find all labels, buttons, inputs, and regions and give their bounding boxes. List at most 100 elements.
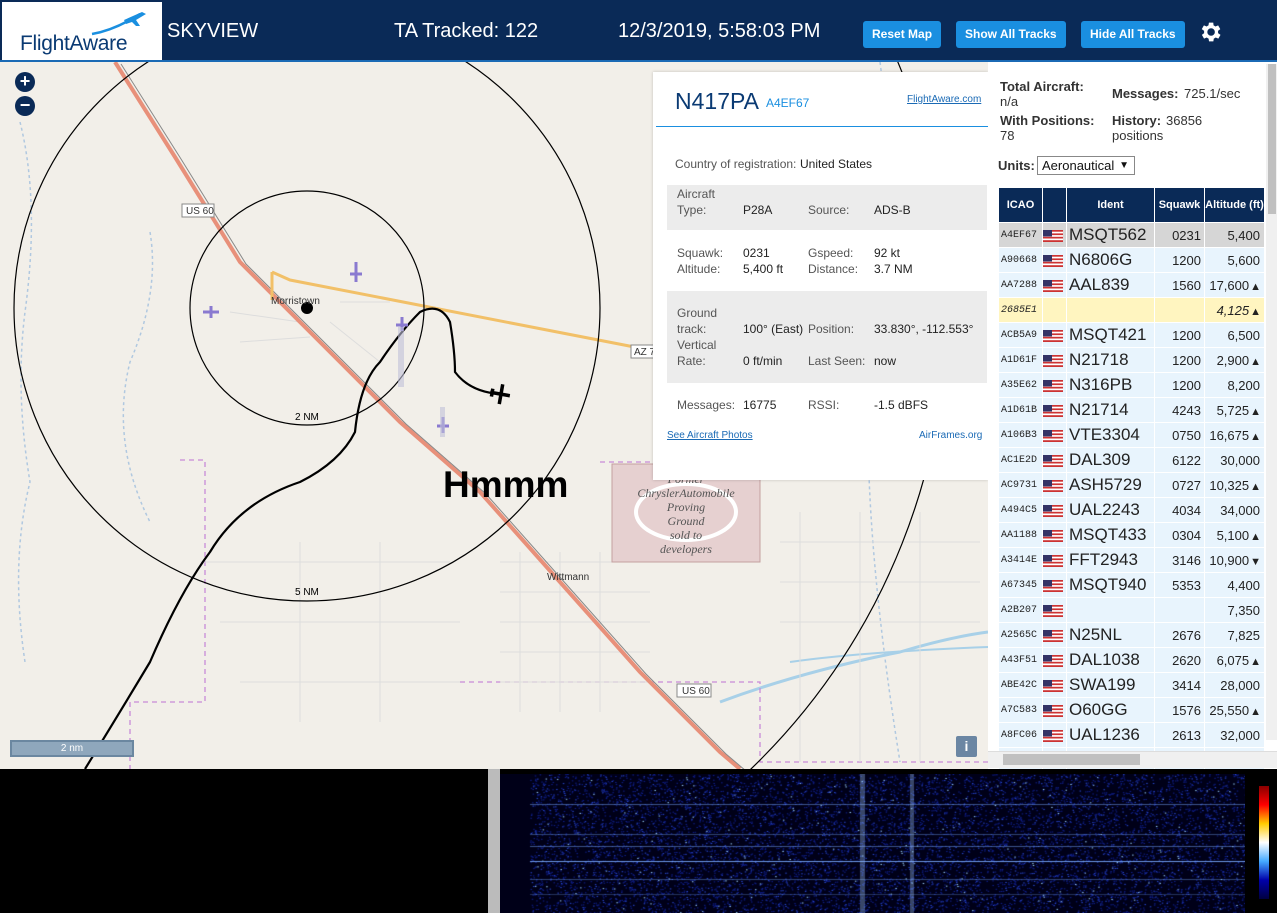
row-squawk: 0750	[1154, 422, 1205, 448]
row-ident: MSQT940	[1066, 572, 1155, 598]
us-flag-icon	[1043, 655, 1063, 668]
squawk-label: Squawk:	[677, 246, 724, 260]
type-label: Aircraft	[677, 187, 716, 201]
us-flag-icon	[1043, 480, 1063, 493]
aircraft-photos-link[interactable]: See Aircraft Photos	[667, 430, 753, 441]
horizontal-scroll-thumb[interactable]	[1003, 754, 1140, 765]
table-row[interactable]: A1D61F N21718 1200 2,900▲	[998, 347, 1265, 373]
row-altitude: 10,900▼	[1204, 547, 1265, 573]
svg-text:sold to: sold to	[670, 528, 702, 542]
table-row[interactable]: A43F51 DAL1038 2620 6,075▲	[998, 647, 1265, 673]
table-row[interactable]: A1D61B N21714 4243 5,725▲	[998, 397, 1265, 423]
row-flag	[1042, 272, 1067, 298]
col-icao[interactable]: ICAO	[998, 187, 1043, 223]
us-flag-icon	[1043, 355, 1063, 368]
table-row[interactable]: A2B207 7,350	[998, 597, 1265, 623]
rssi-value: -1.5 dBFS	[874, 398, 929, 412]
row-ident: SWA199	[1066, 672, 1155, 698]
trend-arrow-icon: ▲	[1250, 355, 1261, 368]
table-row[interactable]: A7C583 O60GG 1576 25,550▲	[998, 697, 1265, 723]
table-row[interactable]: A3414E FFT2943 3146 10,900▼	[998, 547, 1265, 573]
row-icao: A7C583	[998, 697, 1043, 723]
zoom-out-button[interactable]: −	[15, 96, 35, 116]
panel-divider[interactable]	[488, 769, 500, 913]
trend-arrow-icon: ▲	[1250, 280, 1261, 293]
country-value: United States	[800, 157, 873, 171]
morristown-label: Morristown	[271, 296, 320, 307]
trend-arrow-icon: ▲	[1250, 480, 1261, 493]
gear-icon[interactable]	[1197, 19, 1223, 45]
row-squawk: 2613	[1154, 722, 1205, 748]
row-squawk	[1154, 597, 1205, 623]
table-row[interactable]: AC1E2D DAL309 6122 30,000	[998, 447, 1265, 473]
svg-text:ChryslerAutomobile: ChryslerAutomobile	[637, 486, 735, 500]
table-row[interactable]: A35E62 N316PB 1200 8,200	[998, 372, 1265, 398]
row-icao: AA1188	[998, 522, 1043, 548]
vertical-rate-label-2: Rate:	[677, 354, 706, 368]
flightaware-link[interactable]: FlightAware.com	[907, 94, 981, 105]
row-altitude: 25,550▲	[1204, 697, 1265, 723]
table-row[interactable]: A8FC06 UAL1236 2613 32,000	[998, 722, 1265, 748]
reset-map-button[interactable]: Reset Map	[863, 21, 942, 48]
col-altitude[interactable]: Altitude (ft)	[1204, 187, 1265, 223]
svg-text:Proving: Proving	[666, 500, 705, 514]
country-label: Country of registration:	[675, 157, 797, 171]
vertical-scroll-thumb[interactable]	[1268, 64, 1276, 214]
table-row[interactable]: A4EF67 MSQT562 0231 5,400	[998, 222, 1265, 248]
us60-label-b: US 60	[682, 686, 710, 697]
messages-rate-label: Messages:	[1112, 86, 1179, 101]
table-row[interactable]: A2565C N25NL 2676 7,825	[998, 622, 1265, 648]
us-flag-icon	[1043, 505, 1063, 518]
row-icao: AC1E2D	[998, 447, 1043, 473]
vertical-rate-label: Vertical	[677, 338, 717, 352]
row-ident: N25NL	[1066, 622, 1155, 648]
row-icao: A43F51	[998, 647, 1043, 673]
tracked-count: TA Tracked: 122	[394, 20, 539, 42]
squawk-value: 0231	[743, 246, 770, 260]
row-flag	[1042, 522, 1067, 548]
trend-arrow-icon: ▼	[1250, 555, 1261, 568]
us-flag-icon	[1043, 605, 1063, 618]
row-ident	[1066, 297, 1155, 323]
row-icao: 2685E1	[998, 297, 1043, 323]
us-flag-icon	[1043, 280, 1063, 293]
row-flag	[1042, 672, 1067, 698]
col-squawk[interactable]: Squawk	[1154, 187, 1205, 223]
us-flag-icon	[1043, 705, 1063, 718]
hide-all-tracks-button[interactable]: Hide All Tracks	[1081, 21, 1185, 48]
scale-bar: 2 nm	[10, 740, 134, 757]
total-aircraft-label: Total Aircraft:	[1000, 79, 1084, 94]
row-flag	[1042, 447, 1067, 473]
row-ident: UAL1236	[1066, 722, 1155, 748]
table-row[interactable]: AA1188 MSQT433 0304 5,100▲	[998, 522, 1265, 548]
table-row[interactable]: 2685E1 4,125▲	[998, 297, 1265, 323]
col-ident[interactable]: Ident	[1066, 187, 1155, 223]
flightaware-logo[interactable]: FlightAware	[2, 2, 162, 60]
history-label: History:	[1112, 113, 1162, 128]
table-row[interactable]: AA7288 AAL839 1560 17,600▲	[998, 272, 1265, 298]
units-select[interactable]: Aeronautical ▼	[1037, 156, 1135, 175]
table-row[interactable]: A494C5 UAL2243 4034 34,000	[998, 497, 1265, 523]
info-button[interactable]: i	[956, 736, 977, 757]
annotation-text: Hmmm	[443, 464, 569, 505]
row-icao: AA7288	[998, 272, 1043, 298]
show-all-tracks-button[interactable]: Show All Tracks	[956, 21, 1066, 48]
table-row[interactable]: AC9731 ASH5729 0727 10,325▲	[998, 472, 1265, 498]
type-value: P28A	[743, 203, 773, 217]
us-flag-icon	[1043, 230, 1063, 243]
row-altitude: 4,400	[1204, 572, 1265, 598]
row-icao: A494C5	[998, 497, 1043, 523]
table-row[interactable]: ACB5A9 MSQT421 1200 6,500	[998, 322, 1265, 348]
row-squawk: 6122	[1154, 447, 1205, 473]
distance-label: Distance:	[808, 262, 859, 276]
table-row[interactable]: A106B3 VTE3304 0750 16,675▲	[998, 422, 1265, 448]
table-row[interactable]: A90668 N6806G 1200 5,600	[998, 247, 1265, 273]
zoom-in-button[interactable]: +	[15, 72, 35, 92]
table-header-row: ICAO Ident Squawk Altitude (ft)	[998, 187, 1265, 223]
table-row[interactable]: ABE42C SWA199 3414 28,000	[998, 672, 1265, 698]
us-flag-icon	[1043, 455, 1063, 468]
table-row[interactable]: A67345 MSQT940 5353 4,400	[998, 572, 1265, 598]
airframes-link[interactable]: AirFrames.org	[919, 430, 982, 441]
us-flag-icon	[1043, 405, 1063, 418]
col-flag[interactable]	[1042, 187, 1067, 223]
